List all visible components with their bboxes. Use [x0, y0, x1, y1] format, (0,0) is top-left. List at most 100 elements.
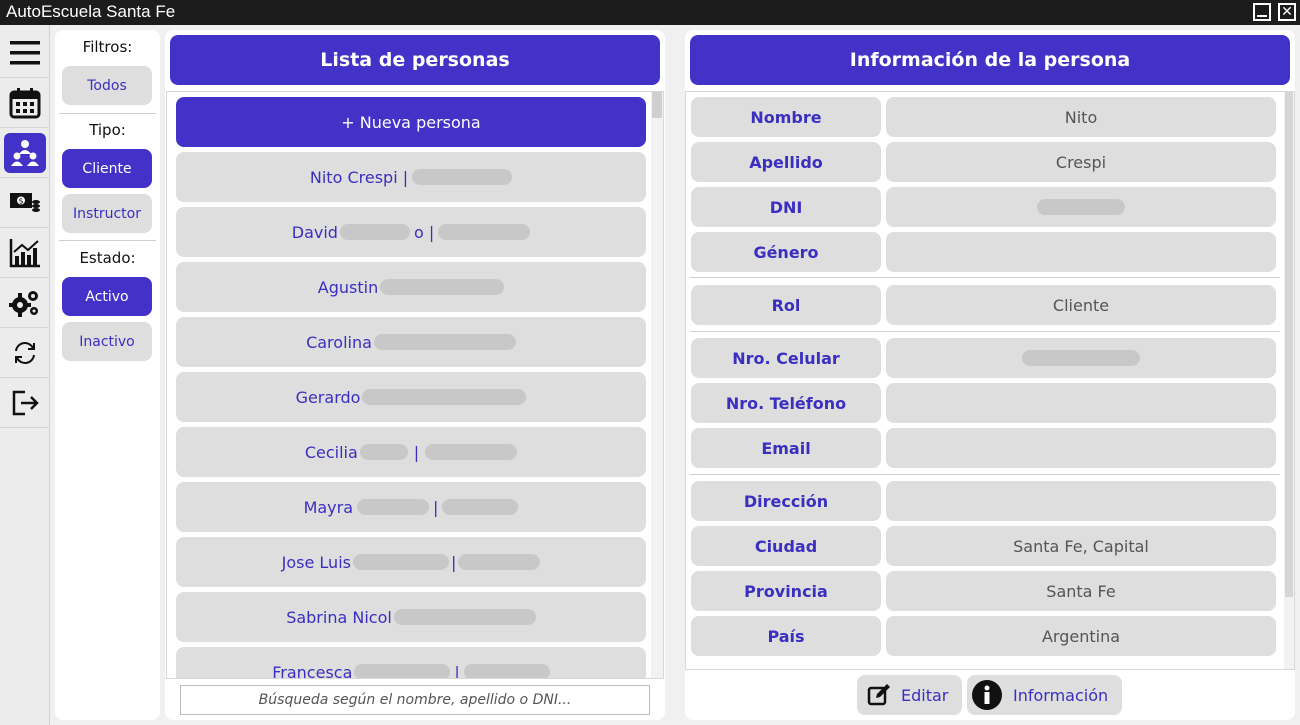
new-person-button[interactable]: + Nueva persona — [176, 97, 646, 147]
list-item[interactable]: Cecilia | — [176, 427, 646, 477]
divider — [690, 331, 1280, 332]
list-item[interactable]: Mayra | — [176, 482, 646, 532]
person-name: Jose Luis — [281, 552, 351, 572]
edit-button[interactable]: Editar — [857, 675, 962, 715]
field-label-celular: Nro. Celular — [691, 338, 881, 378]
redacted-text — [442, 499, 519, 515]
redacted-text — [373, 334, 516, 350]
field-label-provincia: Provincia — [691, 571, 881, 611]
field-value-telefono[interactable] — [886, 383, 1276, 423]
edit-label: Editar — [901, 685, 949, 705]
field-value-email[interactable] — [886, 428, 1276, 468]
money-icon: $ — [10, 193, 40, 212]
redacted-text — [352, 554, 449, 570]
info-icon — [972, 680, 1002, 710]
person-info-form: Nombre Nito Apellido Crespi DNI Género R… — [685, 91, 1295, 670]
person-name: Carolina — [306, 332, 372, 352]
nav-menu[interactable] — [0, 29, 50, 78]
redacted-text — [359, 444, 408, 460]
divider — [690, 277, 1280, 278]
state-label: Estado: — [79, 249, 136, 267]
field-value-provincia[interactable]: Santa Fe — [886, 571, 1276, 611]
minimize-button[interactable] — [1253, 3, 1271, 21]
divider — [59, 113, 156, 114]
field-value-nombre[interactable]: Nito — [886, 97, 1276, 137]
redacted-text — [438, 224, 531, 240]
logout-icon — [12, 390, 39, 416]
field-value-pais[interactable]: Argentina — [886, 616, 1276, 656]
nav-calendar[interactable] — [0, 79, 50, 128]
filter-state-inactivo[interactable]: Inactivo — [62, 322, 152, 361]
list-item[interactable]: Francesca | — [176, 647, 646, 678]
list-item[interactable]: Carolina — [176, 317, 646, 367]
person-info-panel: Información de la persona Nombre Nito Ap… — [685, 30, 1295, 720]
field-label-apellido: Apellido — [691, 142, 881, 182]
filter-type-cliente[interactable]: Cliente — [62, 149, 152, 188]
list-item[interactable]: Gerardo — [176, 372, 646, 422]
person-name: Gerardo — [295, 387, 361, 407]
people-list: + Nueva persona Nito Crespi | David o | … — [166, 91, 664, 679]
list-item[interactable]: Jose Luis | — [176, 537, 646, 587]
redacted-text — [425, 444, 518, 460]
people-list-panel: Lista de personas + Nueva persona Nito C… — [165, 30, 665, 720]
nav-settings[interactable] — [0, 279, 50, 328]
filter-state-activo[interactable]: Activo — [62, 277, 152, 316]
divider — [59, 240, 156, 241]
redacted-text — [463, 664, 550, 678]
info-scrollbar[interactable] — [1284, 92, 1294, 669]
list-item[interactable]: Agustin — [176, 262, 646, 312]
person-name: Mayra — [303, 497, 354, 517]
menu-icon — [10, 41, 40, 65]
field-value-rol[interactable]: Cliente — [886, 285, 1276, 325]
nav-sync[interactable] — [0, 329, 50, 378]
filter-all-button[interactable]: Todos — [62, 66, 152, 105]
nav-logout[interactable] — [0, 379, 50, 428]
nav-people[interactable] — [0, 129, 50, 178]
search-input[interactable]: Búsqueda según el nombre, apellido o DNI… — [180, 685, 650, 715]
type-label: Tipo: — [89, 121, 126, 139]
field-label-telefono: Nro. Teléfono — [691, 383, 881, 423]
list-scrollbar-thumb[interactable] — [652, 92, 662, 118]
close-window-button[interactable]: ✕ — [1278, 3, 1296, 21]
field-value-dni[interactable] — [886, 187, 1276, 227]
list-item[interactable]: Sabrina Nicol — [176, 592, 646, 642]
filters-title: Filtros: — [82, 38, 133, 56]
window-titlebar: AutoEscuela Santa Fe ✕ — [0, 0, 1300, 25]
side-navigation: $ — [0, 25, 50, 725]
window-title: AutoEscuela Santa Fe — [6, 2, 176, 21]
divider — [690, 474, 1280, 475]
nav-statistics[interactable] — [0, 229, 50, 278]
person-name: Sabrina Nicol — [286, 607, 392, 627]
field-label-rol: Rol — [691, 285, 881, 325]
people-icon — [11, 140, 39, 166]
field-value-apellido[interactable]: Crespi — [886, 142, 1276, 182]
list-header: Lista de personas — [170, 35, 660, 85]
field-label-direccion: Dirección — [691, 481, 881, 521]
redacted-text — [354, 664, 451, 678]
calendar-icon — [9, 88, 41, 119]
redacted-text — [357, 499, 430, 515]
field-label-dni: DNI — [691, 187, 881, 227]
field-value-celular[interactable] — [886, 338, 1276, 378]
info-header: Información de la persona — [690, 35, 1290, 85]
field-label-pais: País — [691, 616, 881, 656]
sync-icon — [15, 342, 35, 364]
list-scrollbar[interactable] — [651, 92, 663, 678]
redacted-text — [339, 224, 410, 240]
field-value-ciudad[interactable]: Santa Fe, Capital — [886, 526, 1276, 566]
filter-type-instructor[interactable]: Instructor — [62, 194, 152, 233]
field-value-genero[interactable] — [886, 232, 1276, 272]
nav-payments[interactable]: $ — [0, 179, 50, 228]
person-name: Nito Crespi | — [309, 167, 409, 187]
redacted-text — [380, 279, 505, 295]
list-item[interactable]: Nito Crespi | — [176, 152, 646, 202]
redacted-text — [412, 169, 513, 185]
settings-icon — [9, 291, 38, 317]
field-label-email: Email — [691, 428, 881, 468]
info-label: Información — [1013, 685, 1109, 705]
chart-icon — [9, 239, 40, 268]
info-scrollbar-thumb[interactable] — [1285, 92, 1293, 597]
field-value-direccion[interactable] — [886, 481, 1276, 521]
list-item[interactable]: David o | — [176, 207, 646, 257]
info-button[interactable]: Información — [967, 675, 1122, 715]
